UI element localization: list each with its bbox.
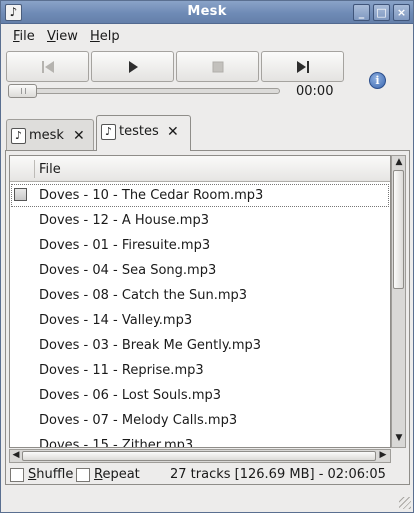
skip-previous-icon: [42, 61, 54, 73]
track-filename: Doves - 10 - The Cedar Room.mp3: [39, 188, 264, 203]
tab-testes-label: testes: [119, 124, 159, 139]
tab-mesk[interactable]: ♪ mesk ✕: [6, 119, 94, 151]
repeat-checkbox[interactable]: [76, 468, 90, 482]
table-row[interactable]: Doves - 04 - Sea Song.mp3: [10, 258, 390, 283]
vertical-scrollbar[interactable]: ▲ ▼: [391, 155, 406, 448]
track-filename: Doves - 12 - A House.mp3: [39, 213, 209, 228]
horizontal-scrollbar[interactable]: ◀ ▶: [9, 449, 391, 463]
menu-view-mnemonic: V: [47, 29, 56, 44]
track-filename: Doves - 03 - Break Me Gently.mp3: [39, 338, 262, 353]
track-filename: Doves - 08 - Catch the Sun.mp3: [39, 288, 248, 303]
column-header-file[interactable]: File: [10, 156, 390, 182]
track-filename: Doves - 01 - Firesuite.mp3: [39, 238, 211, 253]
title-bar[interactable]: ♪ Mesk _ □ ×: [1, 1, 413, 24]
menu-view[interactable]: View: [47, 29, 78, 44]
table-row[interactable]: Doves - 06 - Lost Souls.mp3: [10, 383, 390, 408]
track-filename: Doves - 14 - Valley.mp3: [39, 313, 193, 328]
info-icon[interactable]: i: [369, 72, 386, 89]
maximize-icon[interactable]: □: [373, 4, 390, 21]
playlist-view[interactable]: File Doves - 10 - The Cedar Room.mp3 Dove…: [9, 155, 391, 448]
main-window: ♪ Mesk _ □ × File View Help i 00:00 ♪ me…: [0, 0, 414, 513]
column-header-label: File: [39, 162, 61, 177]
window-title: Mesk: [187, 4, 227, 19]
next-button[interactable]: [261, 51, 344, 82]
shuffle-checkbox[interactable]: [10, 468, 24, 482]
vertical-scroll-thumb[interactable]: [393, 170, 404, 289]
stop-button[interactable]: [176, 51, 259, 82]
menu-help-label: elp: [99, 29, 120, 44]
close-icon[interactable]: ×: [393, 4, 410, 21]
track-filename: Doves - 15 - Zither.mp3: [39, 438, 194, 448]
play-button[interactable]: [91, 51, 174, 82]
skip-next-icon: [297, 61, 309, 73]
playing-indicator-icon: [14, 188, 27, 201]
scroll-right-icon[interactable]: ▶: [378, 450, 388, 460]
track-filename: Doves - 11 - Reprise.mp3: [39, 363, 204, 378]
resize-grip[interactable]: [399, 497, 411, 509]
stop-icon: [212, 61, 224, 73]
shuffle-label-text: huffle: [36, 467, 74, 482]
repeat-label[interactable]: Repeat: [94, 467, 140, 482]
music-note-icon: ♪: [101, 124, 116, 140]
elapsed-time: 00:00: [296, 84, 334, 99]
scroll-up-icon[interactable]: ▲: [394, 157, 404, 167]
table-row[interactable]: Doves - 14 - Valley.mp3: [10, 308, 390, 333]
horizontal-scroll-thumb[interactable]: [22, 451, 376, 461]
tab-testes[interactable]: ♪ testes ✕: [96, 115, 191, 151]
table-row[interactable]: Doves - 10 - The Cedar Room.mp3: [10, 183, 390, 208]
table-row[interactable]: Doves - 11 - Reprise.mp3: [10, 358, 390, 383]
menu-file[interactable]: File: [13, 29, 35, 44]
seek-slider[interactable]: [9, 88, 280, 94]
menu-bar: File View Help: [1, 25, 413, 49]
table-row[interactable]: Doves - 12 - A House.mp3: [10, 208, 390, 233]
minimize-icon[interactable]: _: [353, 4, 370, 21]
tab-testes-close-icon[interactable]: ✕: [167, 124, 179, 140]
table-row[interactable]: Doves - 03 - Break Me Gently.mp3: [10, 333, 390, 358]
repeat-label-text: epeat: [102, 467, 140, 482]
scroll-left-icon[interactable]: ◀: [11, 450, 21, 460]
menu-help[interactable]: Help: [90, 29, 120, 44]
table-row[interactable]: Doves - 07 - Melody Calls.mp3: [10, 408, 390, 433]
column-separator: [34, 160, 35, 178]
seek-slider-handle[interactable]: [8, 84, 37, 98]
menu-help-mnemonic: H: [90, 29, 100, 44]
table-row[interactable]: Doves - 01 - Firesuite.mp3: [10, 233, 390, 258]
table-row[interactable]: Doves - 15 - Zither.mp3: [10, 433, 390, 448]
track-filename: Doves - 06 - Lost Souls.mp3: [39, 388, 221, 403]
track-filename: Doves - 04 - Sea Song.mp3: [39, 263, 217, 278]
status-summary: 27 tracks [126.69 MB] - 02:06:05: [170, 467, 386, 482]
menu-file-label: ile: [19, 29, 35, 44]
table-row[interactable]: Doves - 08 - Catch the Sun.mp3: [10, 283, 390, 308]
shuffle-label[interactable]: Shuffle: [28, 467, 73, 482]
scroll-down-icon[interactable]: ▼: [394, 433, 404, 443]
previous-button[interactable]: [6, 51, 89, 82]
play-icon: [129, 61, 138, 73]
menu-view-label: iew: [55, 29, 78, 44]
tab-mesk-label: mesk: [29, 128, 64, 143]
tab-mesk-close-icon[interactable]: ✕: [73, 128, 85, 144]
music-note-icon: ♪: [11, 128, 26, 144]
track-filename: Doves - 07 - Melody Calls.mp3: [39, 413, 238, 428]
